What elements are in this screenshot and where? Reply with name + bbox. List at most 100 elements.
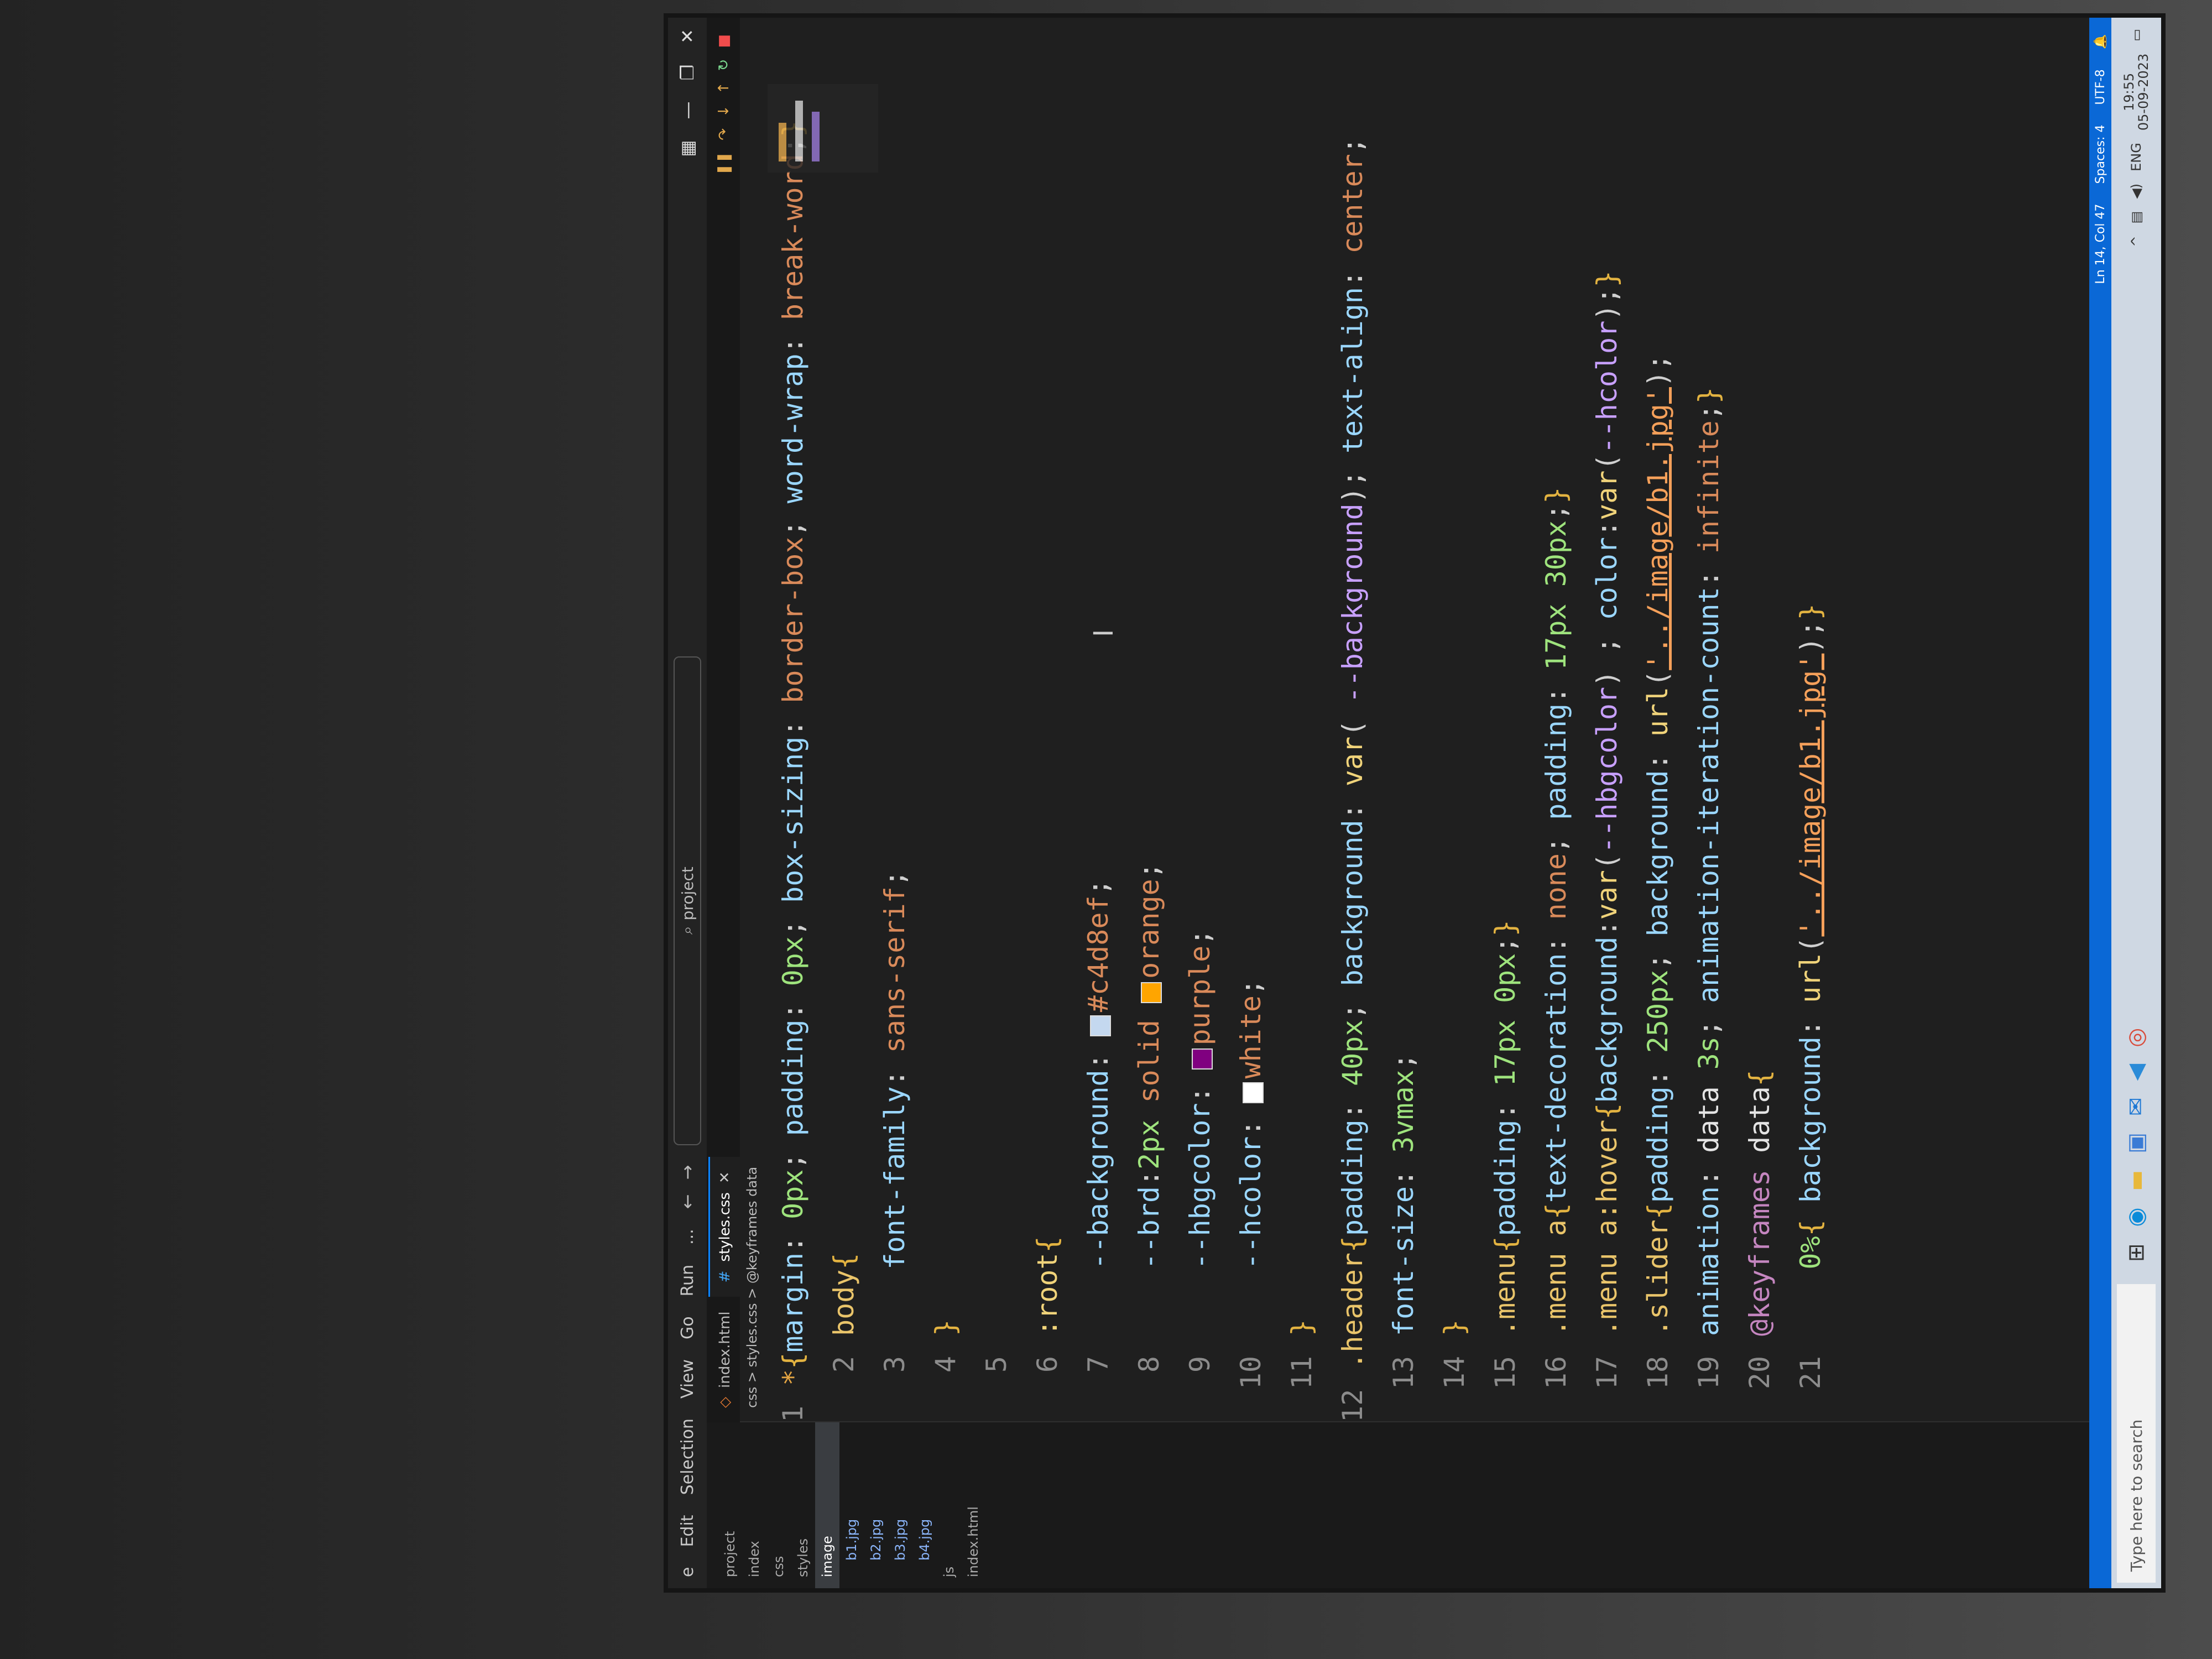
system-tray: ^ ▤ ◀) ENG 19:55 05-09-2023 ▭ — [2121, 29, 2151, 247]
code-line[interactable]: 7 --background: #c4d8ef; — [1073, 206, 1124, 1422]
menu-more[interactable]: ... — [678, 1229, 697, 1245]
code-line[interactable]: 15 .menu{padding: 17px 0px;} — [1480, 206, 1531, 1422]
code-line[interactable]: 3 font-family: sans-serif; — [869, 206, 920, 1422]
tab-label: styles.css — [717, 1192, 733, 1262]
line-number: 4 — [930, 1356, 962, 1373]
code-line[interactable]: 1 *{margin: 0px; padding: 0px; box-sizing… — [768, 121, 818, 1422]
taskbar-search-input[interactable]: Type here to search — [2117, 1284, 2156, 1583]
code-line[interactable]: 18 .slider{padding: 250px; background: ur… — [1632, 206, 1683, 1422]
sidebar-item-b1[interactable]: b1.jpg — [839, 1422, 864, 1588]
line-number: 15 — [1489, 1356, 1521, 1390]
code-text: } — [1438, 1319, 1470, 1336]
cursor-position[interactable]: Ln 14, Col 47 — [2094, 204, 2107, 284]
line-number: 17 — [1591, 1356, 1623, 1390]
command-search-input[interactable]: ⌕ project — [674, 656, 701, 1145]
layout-icon[interactable]: ▦ — [677, 140, 698, 157]
tab-index-html[interactable]: ◇ index.html — [710, 1297, 740, 1422]
vscode-icon[interactable]: ◀ — [2124, 1064, 2149, 1081]
language-indicator[interactable]: ENG — [2128, 143, 2144, 171]
color-swatch[interactable] — [1191, 1048, 1213, 1070]
code-line[interactable]: 13 font-size: 3vmax; — [1378, 206, 1429, 1422]
notifications-icon[interactable]: 🔔 — [2094, 34, 2107, 49]
menu-view[interactable]: View — [678, 1359, 697, 1399]
close-tab-icon[interactable]: ✕ — [717, 1171, 733, 1183]
code-line[interactable]: 17 .menu a:hover{background:var(--hbgcolo… — [1582, 206, 1632, 1422]
mail-icon[interactable]: ✉ — [2124, 1097, 2149, 1116]
code-line[interactable]: 2 body{ — [818, 206, 869, 1422]
code-line[interactable]: 21 0%{ background: url('../image/b1.jpg'… — [1785, 206, 1836, 1422]
menu-run[interactable]: Run — [678, 1265, 697, 1297]
code-line[interactable]: 14} — [1429, 206, 1480, 1422]
restart-icon[interactable]: ↻ — [716, 59, 732, 71]
file-explorer-icon[interactable]: ▬ — [2124, 1170, 2149, 1191]
clock[interactable]: 19:55 05-09-2023 — [2121, 54, 2151, 131]
status-bar: Ln 14, Col 47 Spaces: 4 UTF-8 🔔 — [2089, 18, 2111, 1588]
text-cursor-icon: I — [1088, 629, 1119, 637]
code-line[interactable]: 5 — [971, 206, 1022, 1422]
taskbar-apps: ⊞ ◉ ▬ ▣ ✉ ◀ ◎ — [2124, 1028, 2149, 1262]
code-line[interactable]: 4} — [920, 206, 971, 1422]
sidebar-item-index-html[interactable]: index.html — [961, 1422, 985, 1588]
code-editor[interactable]: 1 *{margin: 0px; padding: 0px; box-sizing… — [768, 121, 2111, 1422]
step-into-icon[interactable]: ↓ — [716, 105, 732, 117]
color-swatch[interactable] — [1089, 1015, 1111, 1037]
step-out-icon[interactable]: ↑ — [716, 82, 732, 94]
line-number: 9 — [1184, 1356, 1216, 1373]
code-line[interactable]: 6:root{ — [1022, 206, 1073, 1422]
code-line[interactable]: 20 @keyframes data{ — [1734, 206, 1785, 1422]
pause-icon[interactable]: ❚❚ — [716, 152, 732, 176]
sidebar-item-b3[interactable]: b3.jpg — [888, 1422, 912, 1588]
edge-icon[interactable]: ◉ — [2124, 1208, 2149, 1227]
maximize-button[interactable]: ❐ — [677, 65, 698, 81]
step-over-icon[interactable]: ↷ — [716, 128, 732, 140]
sidebar-item-b4[interactable]: b4.jpg — [912, 1422, 937, 1588]
menu-edit[interactable]: Edit — [678, 1515, 697, 1547]
sidebar-item-js[interactable]: js — [937, 1422, 961, 1588]
color-swatch[interactable] — [1140, 982, 1162, 1003]
code-line[interactable]: 11} — [1276, 206, 1327, 1422]
window-controls: ▦ — ❐ ✕ — [677, 29, 698, 157]
breadcrumb[interactable]: css > styles.css > @keyframes data — [740, 18, 764, 1422]
code-line[interactable]: 8 --brd:2px solid orange; — [1124, 206, 1175, 1422]
indentation[interactable]: Spaces: 4 — [2094, 125, 2107, 184]
chevron-up-icon[interactable]: ^ — [2128, 236, 2144, 247]
menu-selection[interactable]: Selection — [678, 1418, 697, 1495]
minimize-button[interactable]: — — [677, 102, 698, 119]
code-line[interactable]: 10 --hcolor: white; — [1225, 206, 1276, 1422]
forward-arrow-icon[interactable]: → — [677, 1165, 698, 1180]
volume-icon[interactable]: ◀) — [2128, 184, 2144, 199]
network-icon[interactable]: ▤ — [2128, 211, 2144, 224]
stop-icon[interactable]: ■ — [716, 34, 732, 48]
notification-center-icon[interactable]: ▭ — [2128, 29, 2144, 41]
code-text: .menu a{text-decoration: none; padding: … — [1540, 487, 1572, 1336]
tab-styles-css[interactable]: # styles.css ✕ — [708, 1157, 740, 1297]
chrome-icon[interactable]: ◎ — [2124, 1028, 2149, 1047]
code-line[interactable]: 16 .menu a{text-decoration: none; padding… — [1531, 206, 1582, 1422]
code-line[interactable]: 19 animation: data 3s; animation-iteratio… — [1683, 206, 1734, 1422]
encoding[interactable]: UTF-8 — [2094, 69, 2107, 105]
store-icon[interactable]: ▣ — [2124, 1133, 2149, 1154]
code-line[interactable]: 12 .header{padding: 40px; background: var… — [1327, 137, 1378, 1422]
sidebar-item-index[interactable]: index — [742, 1422, 766, 1588]
line-number: 14 — [1438, 1356, 1470, 1390]
code-line[interactable]: 9 --hbgcolor: purple; — [1175, 206, 1225, 1422]
line-number: 18 — [1642, 1356, 1674, 1390]
sidebar-item-css[interactable]: css — [766, 1422, 791, 1588]
close-button[interactable]: ✕ — [677, 29, 698, 44]
sidebar-item-styles[interactable]: styles — [791, 1422, 815, 1588]
back-arrow-icon[interactable]: ← — [677, 1194, 698, 1209]
line-number: 21 — [1794, 1356, 1827, 1390]
line-number: 1 — [777, 1405, 809, 1422]
task-view-icon[interactable]: ⊞ — [2124, 1243, 2149, 1262]
sidebar-item-project[interactable]: project — [718, 1422, 742, 1588]
editor-tabs: ◇ index.html # styles.css ✕ ❚❚ ↷ ↓ ↑ ↻ ■ — [707, 18, 740, 1422]
menu-file[interactable]: e — [678, 1567, 697, 1577]
color-swatch[interactable] — [1242, 1082, 1264, 1103]
menu-go[interactable]: Go — [678, 1316, 697, 1339]
minimap[interactable] — [768, 84, 878, 173]
sidebar-item-image[interactable]: image — [815, 1422, 839, 1588]
sidebar-item-b2[interactable]: b2.jpg — [864, 1422, 888, 1588]
tab-label: index.html — [717, 1311, 733, 1388]
menu-bar: e Edit Selection View Go Run ... ← → ⌕ p… — [668, 18, 707, 1588]
search-text: project — [678, 867, 697, 921]
